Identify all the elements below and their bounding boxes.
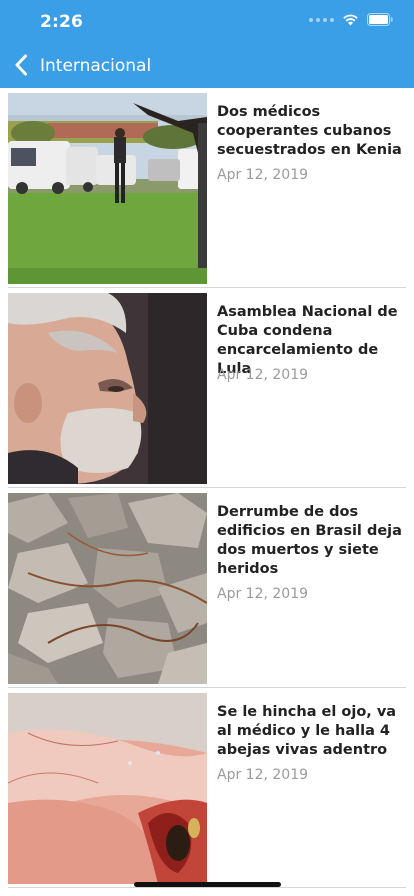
article-date: Apr 12, 2019 bbox=[217, 586, 309, 602]
status-icons bbox=[309, 13, 394, 26]
battery-icon bbox=[367, 13, 394, 26]
chevron-left-icon bbox=[14, 54, 28, 81]
article-title[interactable]: Derrumbe de dos edificios en Brasil deja… bbox=[217, 503, 402, 579]
article-item[interactable]: Asamblea Nacional de Cuba condena encarc… bbox=[0, 288, 414, 488]
page-title: Internacional bbox=[40, 56, 152, 76]
nav-bar: 2:26 Internacional bbox=[0, 0, 414, 88]
cellular-signal-icon bbox=[309, 17, 334, 22]
home-indicator[interactable] bbox=[134, 882, 281, 887]
article-thumbnail bbox=[8, 293, 207, 484]
article-date: Apr 12, 2019 bbox=[217, 767, 309, 783]
article-title[interactable]: Dos médicos cooperantes cubanos secuestr… bbox=[217, 103, 402, 160]
article-thumbnail bbox=[8, 493, 207, 684]
article-thumbnail bbox=[8, 693, 207, 884]
article-item[interactable]: Dos médicos cooperantes cubanos secuestr… bbox=[0, 88, 414, 288]
article-item[interactable]: Derrumbe de dos edificios en Brasil deja… bbox=[0, 488, 414, 688]
status-time: 2:26 bbox=[40, 12, 84, 32]
article-title[interactable]: Se le hincha el ojo, va al médico y le h… bbox=[217, 703, 402, 760]
article-thumbnail bbox=[8, 93, 207, 284]
wifi-icon bbox=[342, 13, 359, 26]
article-date: Apr 12, 2019 bbox=[217, 367, 309, 383]
article-item[interactable]: Se le hincha el ojo, va al médico y le h… bbox=[0, 688, 414, 888]
article-date: Apr 12, 2019 bbox=[217, 167, 309, 183]
back-button[interactable] bbox=[10, 52, 32, 82]
divider bbox=[8, 887, 406, 888]
